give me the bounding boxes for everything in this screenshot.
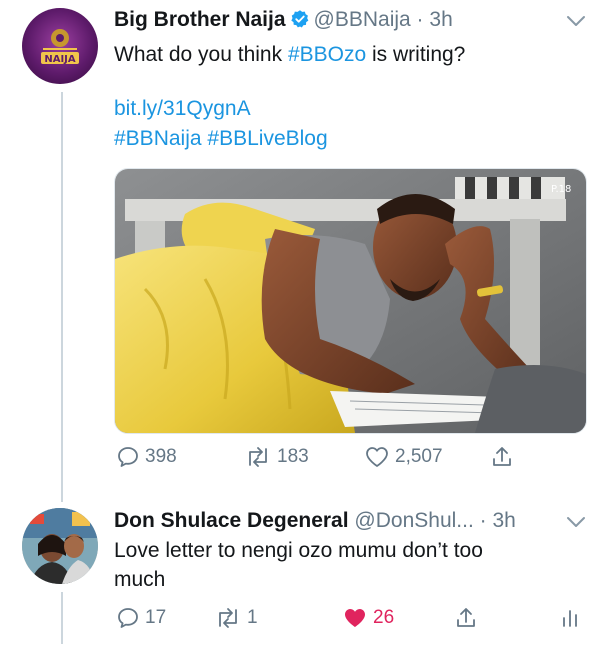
tweet-text-prefix: What do you think	[114, 43, 288, 66]
verified-badge-icon	[290, 10, 308, 28]
avatar-donshulace[interactable]	[22, 508, 98, 584]
reply-icon	[118, 608, 138, 628]
heart-icon	[366, 447, 388, 467]
reply-time[interactable]: 3h	[492, 509, 515, 532]
retweet-count: 183	[277, 446, 309, 467]
reply-chevron-down-icon[interactable]	[566, 515, 586, 529]
reply-text-line2: much	[114, 568, 166, 591]
tweet-text-suffix: is writing?	[366, 43, 466, 66]
avatar-logo-text: NAIJA	[44, 54, 76, 65]
reply-share-button[interactable]	[454, 606, 478, 630]
tweet-time[interactable]: 3h	[429, 8, 452, 31]
bbnaija-logo-icon: NAIJA	[41, 29, 79, 65]
media-badge: P.18	[551, 184, 571, 195]
reply-reply-button[interactable]: 17	[116, 606, 166, 630]
reply-time-separator: ·	[473, 509, 493, 532]
like-button[interactable]: 2,507	[364, 445, 443, 469]
reply-actions: 17 1 26	[114, 606, 584, 636]
author-name[interactable]: Big Brother Naija	[114, 8, 286, 31]
heart-filled-icon	[345, 609, 365, 627]
tweet-link[interactable]: bit.ly/31QygnA	[114, 97, 251, 120]
time-separator: ·	[410, 8, 430, 31]
tweet-media-image[interactable]: P.18	[114, 168, 587, 434]
reply-text: Love letter to nengi ozo mumu don’t too …	[114, 536, 483, 594]
hashtag-bbozo[interactable]: #BBOzo	[288, 43, 366, 66]
hashtag-bbliveblog[interactable]: #BBLiveBlog	[207, 127, 327, 150]
reply-reply-count: 17	[145, 607, 167, 628]
chevron-down-icon[interactable]	[566, 14, 586, 28]
thread-line-bottom	[61, 592, 63, 644]
reply-button[interactable]: 398	[116, 445, 177, 469]
tweet-header: Big Brother Naija @BBNaija · 3h	[114, 8, 453, 32]
media-photo: P.18	[115, 169, 586, 433]
avatar-bbnaija[interactable]: NAIJA	[22, 8, 98, 84]
reply-text-line1: Love letter to nengi ozo mumu don’t too	[114, 539, 483, 562]
retweet-button[interactable]: 183	[244, 445, 309, 469]
reply-author-handle[interactable]: @DonShul...	[354, 509, 473, 532]
tweet-actions: 398 183 2,507	[114, 445, 584, 475]
analytics-icon	[563, 610, 577, 627]
retweet-icon	[249, 447, 267, 467]
reply-analytics-button[interactable]	[560, 606, 580, 630]
tweet-text: What do you think #BBOzo is writing?	[114, 40, 465, 69]
tweet-hashtags: #BBNaija #BBLiveBlog	[114, 124, 328, 153]
share-button[interactable]	[490, 445, 514, 469]
retweet-icon	[219, 608, 237, 628]
reply-retweet-count: 1	[247, 607, 258, 628]
share-icon	[493, 447, 511, 466]
reply-retweet-button[interactable]: 1	[214, 606, 258, 630]
author-handle[interactable]: @BBNaija	[314, 8, 411, 31]
reply-count: 398	[145, 446, 177, 467]
reply-author-name[interactable]: Don Shulace Degeneral	[114, 509, 349, 532]
reply-like-button[interactable]: 26	[342, 606, 394, 630]
thread-line-top	[61, 92, 63, 502]
reply-icon	[118, 447, 138, 467]
avatar-photo	[22, 508, 98, 584]
like-count: 2,507	[395, 446, 443, 467]
share-icon	[457, 608, 475, 627]
hashtag-bbnaija[interactable]: #BBNaija	[114, 127, 202, 150]
tweet-link-line: bit.ly/31QygnA	[114, 94, 251, 123]
reply-like-count: 26	[373, 607, 395, 628]
reply-header: Don Shulace Degeneral @DonShul... · 3h	[114, 509, 516, 533]
